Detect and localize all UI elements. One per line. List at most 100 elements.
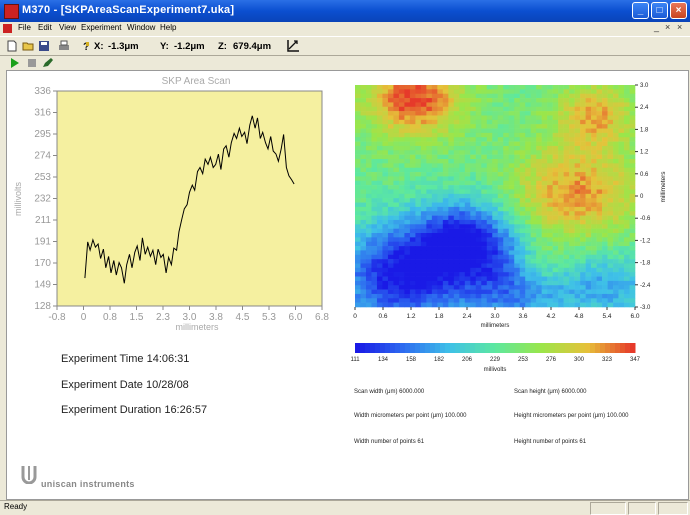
- heatmap-cell: [475, 246, 482, 251]
- heatmap-cell: [503, 159, 510, 164]
- x-tick-label: 5.3: [262, 312, 276, 323]
- heatmap-cell: [437, 180, 444, 186]
- menu-window[interactable]: Window: [127, 23, 155, 32]
- play-icon[interactable]: [10, 58, 20, 68]
- app-icon[interactable]: [4, 4, 19, 19]
- document-icon[interactable]: [3, 24, 12, 33]
- heatmap-cell: [519, 111, 526, 116]
- colorbar-segment: [470, 343, 476, 353]
- heatmap-cell: [580, 285, 586, 290]
- mdi-close-button[interactable]: ×: [677, 22, 682, 32]
- heatmap-cell: [360, 215, 367, 221]
- heatmap-cell: [404, 102, 411, 108]
- chart-axis-icon[interactable]: [286, 39, 300, 53]
- heatmap-cell: [602, 198, 608, 203]
- heatmap-cell: [398, 198, 405, 203]
- heatmap-cell: [376, 228, 383, 234]
- heatmap-cell: [607, 98, 614, 103]
- menu-experiment[interactable]: Experiment: [81, 23, 121, 32]
- heatmap-cell: [607, 228, 614, 234]
- heatmap-cell: [613, 250, 619, 256]
- menu-help[interactable]: Help: [160, 23, 176, 32]
- minimize-button[interactable]: _: [632, 2, 649, 19]
- menu-edit[interactable]: Edit: [38, 23, 52, 32]
- heatmap-cell: [519, 141, 526, 147]
- heatmap-cell: [404, 250, 411, 256]
- heatmap-cell: [580, 145, 586, 151]
- heatmap-cell: [624, 263, 630, 269]
- heatmap-cell: [536, 102, 542, 108]
- help-icon[interactable]: ?: [80, 40, 92, 52]
- heatmap-cell: [371, 280, 378, 286]
- heatmap-cell: [481, 272, 488, 277]
- close-button[interactable]: ×: [670, 2, 687, 19]
- heatmap-cell: [552, 141, 559, 147]
- menu-file[interactable]: File: [18, 23, 31, 32]
- heatmap-cell: [552, 233, 559, 238]
- stop-icon[interactable]: [27, 58, 37, 68]
- heatmap-cell: [618, 237, 625, 242]
- heatmap-cell: [398, 206, 405, 212]
- heatmap-cell: [387, 172, 394, 177]
- heatmap-cell: [448, 280, 455, 286]
- heatmap-cell: [591, 111, 597, 116]
- heatmap-cell: [387, 141, 394, 147]
- heatmap-cell: [464, 111, 471, 116]
- heatmap-cell: [497, 219, 504, 225]
- heatmap-cell: [382, 276, 389, 282]
- heatmap-cell: [387, 215, 394, 221]
- print-icon[interactable]: [58, 40, 70, 52]
- heatmap-cell: [503, 124, 510, 129]
- heatmap-cell: [459, 267, 466, 273]
- heatmap-cell: [459, 98, 466, 103]
- heatmap-cell: [387, 272, 394, 277]
- heatmap-cell: [464, 228, 471, 234]
- heatmap-cell: [514, 167, 521, 173]
- heatmap-cell: [437, 272, 444, 277]
- heatmap-cell: [519, 250, 526, 256]
- pen-icon[interactable]: [42, 57, 54, 68]
- heatmap-cell: [371, 246, 378, 251]
- heatmap-cell: [602, 159, 608, 164]
- heatmap-cell: [629, 154, 636, 160]
- maximize-button[interactable]: □: [651, 2, 668, 19]
- heatmap-cell: [525, 172, 531, 177]
- heatmap-cell: [365, 211, 372, 216]
- heatmap-cell: [624, 293, 630, 299]
- heatmap-cell: [558, 215, 564, 221]
- heatmap-cell: [437, 150, 444, 155]
- heatmap-cell: [459, 206, 466, 212]
- heatmap-cell: [393, 176, 400, 182]
- heatmap-cell: [371, 289, 378, 295]
- heatmap-cell: [387, 298, 394, 303]
- heatmap-cell: [624, 224, 630, 229]
- heatmap-cell: [624, 93, 630, 99]
- heatmap-cell: [459, 202, 466, 208]
- heatmap-cell: [552, 154, 559, 160]
- new-file-icon[interactable]: [6, 40, 18, 52]
- heatmap-cell: [437, 172, 444, 177]
- heatmap-cell: [355, 250, 361, 256]
- heatmap-cell: [563, 102, 570, 108]
- heatmap-cell: [519, 254, 526, 260]
- heatmap-cell: [591, 93, 597, 99]
- heatmap-cell: [398, 193, 405, 199]
- heatmap-cell: [355, 302, 361, 308]
- heatmap-cell: [459, 298, 466, 303]
- heatmap-cell: [613, 233, 619, 238]
- heatmap-cell: [547, 106, 553, 112]
- heatmap-cell: [536, 172, 542, 177]
- heatmap-cell: [382, 198, 389, 203]
- mdi-minimize-button[interactable]: _: [654, 22, 659, 32]
- heatmap-cell: [596, 224, 603, 229]
- heatmap-cell: [426, 141, 433, 147]
- menu-view[interactable]: View: [59, 23, 76, 32]
- heatmap-cell: [547, 202, 553, 208]
- heatmap-cell: [464, 233, 471, 238]
- heatmap-cell: [624, 150, 630, 155]
- mdi-restore-button[interactable]: ×: [665, 22, 670, 32]
- heatmap-cell: [426, 124, 433, 129]
- open-folder-icon[interactable]: [22, 40, 34, 52]
- heatmap-cell: [371, 119, 378, 125]
- save-icon[interactable]: [38, 40, 50, 52]
